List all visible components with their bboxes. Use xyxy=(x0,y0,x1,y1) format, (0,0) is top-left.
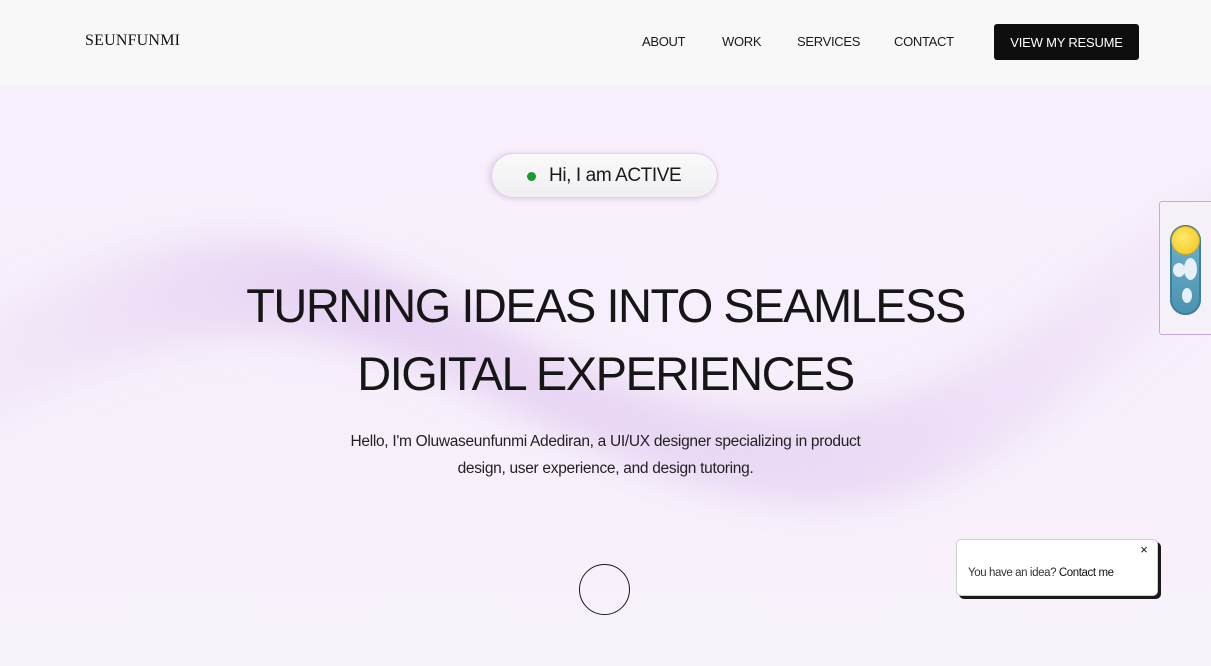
hero-subtitle: Hello, I'm Oluwaseunfunmi Adediran, a UI… xyxy=(300,428,911,482)
theme-toggle[interactable] xyxy=(1170,225,1201,315)
close-icon[interactable]: × xyxy=(1137,543,1151,557)
hero-title: TURNING IDEAS INTO SEAMLESS DIGITAL EXPE… xyxy=(0,272,1211,408)
nav-services[interactable]: SERVICES xyxy=(797,34,860,49)
logo[interactable]: SEUNFUNMI xyxy=(85,32,180,50)
cloud-icon xyxy=(1182,288,1192,303)
hero-subtitle-line1: Hello, I'm Oluwaseunfunmi Adediran, a UI… xyxy=(350,433,861,450)
landing-page: SEUNFUNMI ABOUT WORK SERVICES CONTACT VI… xyxy=(0,0,1211,666)
nav-work[interactable]: WORK xyxy=(722,34,762,49)
cloud-icon xyxy=(1184,258,1197,280)
theme-toggle-panel xyxy=(1159,201,1211,335)
hero-subtitle-line2: design, user experience, and design tuto… xyxy=(457,460,754,477)
view-resume-button[interactable]: VIEW MY RESUME xyxy=(994,24,1139,60)
scroll-indicator-icon[interactable] xyxy=(579,564,630,615)
sun-icon xyxy=(1172,227,1199,254)
contact-popup: × You have an idea? Contact me xyxy=(956,539,1158,596)
site-header: SEUNFUNMI ABOUT WORK SERVICES CONTACT VI… xyxy=(0,0,1211,85)
contact-prompt: You have an idea? xyxy=(968,567,1059,579)
nav-about[interactable]: ABOUT xyxy=(642,34,686,49)
contact-me-link[interactable]: Contact me xyxy=(1059,567,1114,579)
contact-popup-text: You have an idea? Contact me xyxy=(968,567,1114,579)
hero-title-line2: DIGITAL EXPERIENCES xyxy=(357,347,855,400)
status-badge: Hi, I am ACTIVE xyxy=(491,153,718,198)
status-text: Hi, I am ACTIVE xyxy=(549,165,682,186)
hero-title-line1: TURNING IDEAS INTO SEAMLESS xyxy=(246,279,966,332)
nav-contact[interactable]: CONTACT xyxy=(894,34,954,49)
status-dot-icon xyxy=(527,172,536,181)
